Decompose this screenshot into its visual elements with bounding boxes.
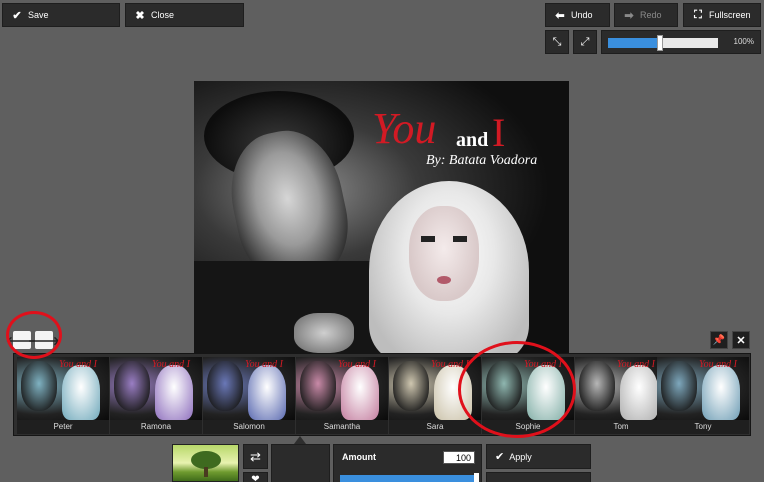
redo-arrow-icon: ➡: [624, 9, 634, 22]
filter-thumbnail[interactable]: You and I Ramona: [110, 357, 202, 435]
shuffle-button[interactable]: ⇄: [243, 444, 268, 469]
pin-panel-button[interactable]: 📌: [710, 331, 728, 349]
filter-preview-title: You and I: [245, 359, 283, 370]
close-button[interactable]: ✖ Close: [125, 3, 244, 27]
filter-thumbnail[interactable]: You and I Salomon: [203, 357, 295, 435]
shuffle-icon: ⇄: [250, 448, 261, 464]
cancel-button[interactable]: [486, 472, 591, 482]
redo-button[interactable]: ➡ Redo: [614, 3, 678, 27]
filter-label: Tony: [657, 420, 749, 434]
filter-strip: You and I Peter You and I Ramona You and…: [13, 353, 751, 436]
filter-label: Ramona: [110, 420, 202, 434]
redo-label: Redo: [640, 10, 662, 20]
filter-preview-title: You and I: [617, 359, 655, 370]
undo-label: Undo: [571, 10, 593, 20]
editor-canvas[interactable]: You and I By: Batata Voadora: [194, 81, 569, 353]
pin-icon: 📌: [712, 334, 726, 346]
fit-to-screen-button[interactable]: ⤡: [545, 30, 569, 54]
filter-preview-title: You and I: [338, 359, 376, 370]
actual-size-icon: ⤢: [580, 35, 590, 48]
photo-girl-face: [409, 206, 479, 301]
favorite-button[interactable]: ❤: [243, 472, 268, 482]
fit-icon: ⤡: [552, 35, 562, 48]
filter-label: Tom: [575, 420, 667, 434]
photo-man-body: [194, 261, 384, 353]
annotation-circle-selected-filter: [458, 341, 576, 438]
annotation-circle-arrows: [6, 311, 62, 359]
panel-pointer: [294, 436, 306, 444]
amount-control: Amount 100: [333, 444, 482, 482]
amount-label: Amount: [342, 452, 376, 462]
heart-icon: ❤: [251, 474, 260, 482]
check-icon: ✔: [12, 9, 22, 22]
filter-preview: You and I: [575, 357, 667, 420]
apply-button[interactable]: ✔ Apply: [486, 444, 591, 469]
apply-label: Apply: [509, 451, 532, 462]
save-label: Save: [28, 10, 49, 20]
filter-label: Peter: [17, 420, 109, 434]
photo-byline: By: Batata Voadora: [426, 153, 538, 168]
filter-preview: You and I: [657, 357, 749, 420]
undo-button[interactable]: ⬅ Undo: [545, 3, 610, 27]
filter-preview-title: You and I: [152, 359, 190, 370]
close-label: Close: [151, 10, 175, 20]
secondary-preview[interactable]: [271, 444, 330, 482]
check-icon: ✔: [495, 451, 505, 463]
zoom-slider[interactable]: [608, 35, 718, 51]
zoom-control: 100%: [601, 30, 761, 54]
undo-arrow-icon: ⬅: [555, 9, 565, 22]
filter-preview: You and I: [296, 357, 388, 420]
amount-input[interactable]: 100: [443, 451, 475, 464]
photo-hand: [294, 313, 354, 353]
filter-thumbnail[interactable]: You and I Peter: [17, 357, 109, 435]
photo-title-you: You: [372, 104, 437, 153]
filter-label: Sara: [389, 420, 481, 434]
fullscreen-icon: ⛶: [694, 8, 702, 21]
filter-preview-title: You and I: [59, 359, 97, 370]
zoom-slider-handle[interactable]: [656, 35, 663, 51]
filter-thumbnail[interactable]: You and I Samantha: [296, 357, 388, 435]
filter-preview: You and I: [17, 357, 109, 420]
photo-girl-eyes: [421, 236, 467, 242]
filter-preview-title: You and I: [699, 359, 737, 370]
filter-thumbnail[interactable]: You and I Tony: [657, 357, 749, 435]
texture-preview[interactable]: [172, 444, 239, 482]
fullscreen-button[interactable]: ⛶ Fullscreen: [683, 3, 761, 27]
filter-thumbnail[interactable]: You and I Tom: [575, 357, 667, 435]
photo-title-i: I: [492, 110, 506, 155]
zoom-slider-fill: [608, 38, 660, 48]
filter-label: Salomon: [203, 420, 295, 434]
actual-size-button[interactable]: ⤢: [573, 30, 597, 54]
filter-preview: You and I: [110, 357, 202, 420]
amount-slider[interactable]: [340, 473, 479, 482]
close-icon: ✖: [135, 9, 145, 22]
save-button[interactable]: ✔ Save: [2, 3, 120, 27]
amount-slider-handle[interactable]: [474, 473, 479, 482]
filter-label: Samantha: [296, 420, 388, 434]
photo-girl-lips: [437, 276, 451, 284]
zoom-value: 100%: [733, 37, 754, 46]
close-icon: ✕: [736, 334, 746, 347]
close-panel-button[interactable]: ✕: [732, 331, 750, 349]
photo-title-and: and: [456, 129, 489, 151]
fullscreen-label: Fullscreen: [709, 10, 751, 20]
filter-preview: You and I: [203, 357, 295, 420]
tree-trunk: [204, 467, 208, 477]
